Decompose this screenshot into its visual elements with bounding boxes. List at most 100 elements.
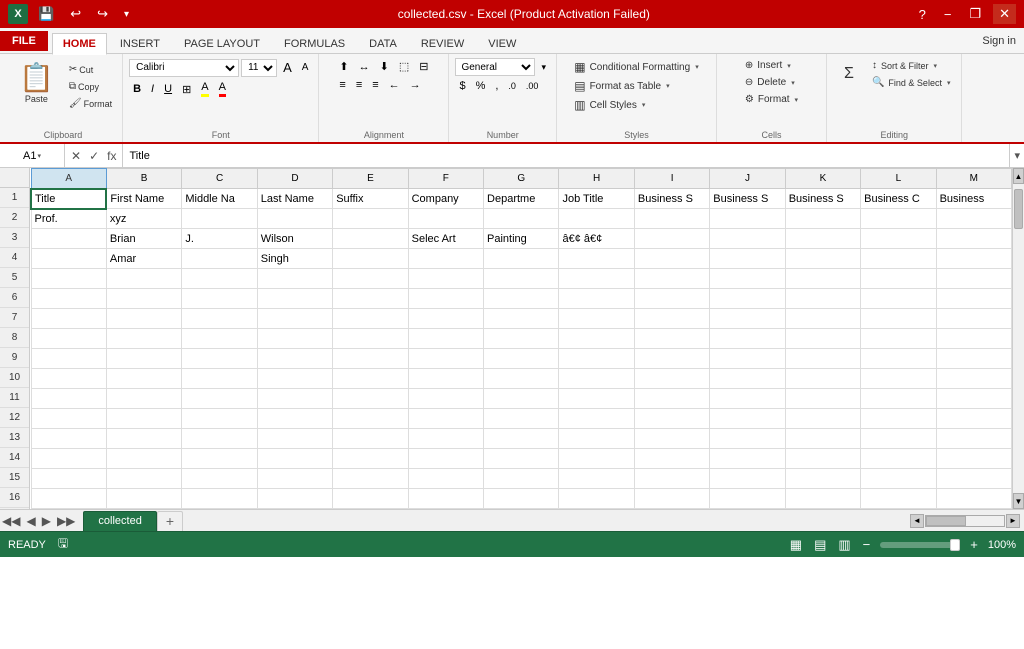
cell-K14[interactable] [785, 449, 860, 469]
cell-B8[interactable] [106, 329, 181, 349]
col-header-A[interactable]: A [31, 169, 106, 189]
cell-H5[interactable] [559, 269, 634, 289]
cell-E11[interactable] [333, 389, 408, 409]
cell-B5[interactable] [106, 269, 181, 289]
sheet-next-btn[interactable]: ▶ [40, 514, 53, 528]
cell-I15[interactable] [634, 469, 709, 489]
vertical-scrollbar[interactable]: ▲ ▼ [1012, 168, 1024, 509]
cell-A9[interactable] [31, 349, 106, 369]
cell-C3[interactable]: J. [182, 229, 257, 249]
cell-G14[interactable] [484, 449, 559, 469]
paste-button[interactable]: 📋 Paste [10, 58, 63, 107]
cell-I4[interactable] [634, 249, 709, 269]
cell-E10[interactable] [333, 369, 408, 389]
help-button[interactable]: ? [913, 5, 932, 24]
cell-D7[interactable] [257, 309, 332, 329]
cell-B14[interactable] [106, 449, 181, 469]
align-right-btn[interactable]: ≡ [368, 77, 382, 93]
col-header-L[interactable]: L [861, 169, 936, 189]
col-header-E[interactable]: E [333, 169, 408, 189]
cell-H8[interactable] [559, 329, 634, 349]
close-button[interactable]: ✕ [993, 4, 1016, 24]
cell-D12[interactable] [257, 409, 332, 429]
cell-I6[interactable] [634, 289, 709, 309]
row-num-6[interactable]: 6 [0, 288, 29, 308]
bold-button[interactable]: B [129, 81, 145, 97]
cell-M5[interactable] [936, 269, 1011, 289]
cell-E6[interactable] [333, 289, 408, 309]
cell-K4[interactable] [785, 249, 860, 269]
cell-H7[interactable] [559, 309, 634, 329]
align-left-btn[interactable]: ≡ [335, 77, 349, 93]
cell-F14[interactable] [408, 449, 483, 469]
sheet-prev-btn[interactable]: ◀ [24, 514, 37, 528]
cell-D13[interactable] [257, 429, 332, 449]
quick-access-dropdown[interactable]: ▾ [118, 7, 135, 22]
cell-J10[interactable] [710, 369, 785, 389]
cell-H1[interactable]: Job Title [559, 189, 634, 209]
cell-B1[interactable]: First Name [106, 189, 181, 209]
cell-L6[interactable] [861, 289, 936, 309]
sheet-last-btn[interactable]: ▶▶ [55, 514, 77, 528]
cell-C10[interactable] [182, 369, 257, 389]
normal-view-btn[interactable]: ▦ [788, 537, 804, 553]
cell-B11[interactable] [106, 389, 181, 409]
cell-J6[interactable] [710, 289, 785, 309]
cell-G6[interactable] [484, 289, 559, 309]
cell-C12[interactable] [182, 409, 257, 429]
add-sheet-btn[interactable]: + [157, 511, 183, 531]
cell-D14[interactable] [257, 449, 332, 469]
cell-L15[interactable] [861, 469, 936, 489]
cell-B3[interactable]: Brian [106, 229, 181, 249]
cell-C16[interactable] [182, 489, 257, 509]
formula-expand-btn[interactable]: ▾ [1009, 144, 1024, 167]
cell-F4[interactable] [408, 249, 483, 269]
cell-E12[interactable] [333, 409, 408, 429]
cell-G3[interactable]: Painting [484, 229, 559, 249]
zoom-in-btn[interactable]: + [968, 537, 980, 552]
cell-I12[interactable] [634, 409, 709, 429]
cell-D2[interactable] [257, 209, 332, 229]
col-header-I[interactable]: I [634, 169, 709, 189]
font-size-select[interactable]: 11 [241, 59, 277, 77]
cell-L8[interactable] [861, 329, 936, 349]
align-bottom-btn[interactable]: ⬇ [376, 58, 393, 75]
formula-input[interactable] [123, 144, 1009, 167]
cell-B15[interactable] [106, 469, 181, 489]
cell-A8[interactable] [31, 329, 106, 349]
cell-H11[interactable] [559, 389, 634, 409]
font-color-button[interactable]: A [215, 79, 230, 99]
cell-A15[interactable] [31, 469, 106, 489]
tab-data[interactable]: DATA [358, 33, 408, 54]
cell-D6[interactable] [257, 289, 332, 309]
cell-K7[interactable] [785, 309, 860, 329]
cell-F11[interactable] [408, 389, 483, 409]
cell-I13[interactable] [634, 429, 709, 449]
cell-A16[interactable] [31, 489, 106, 509]
cell-F3[interactable]: Selec Art [408, 229, 483, 249]
cell-H3[interactable]: â€¢ â€¢ [559, 229, 634, 249]
border-button[interactable]: ⊞ [178, 81, 195, 98]
sum-btn[interactable]: Σ [833, 62, 865, 86]
cell-K2[interactable] [785, 209, 860, 229]
cell-I7[interactable] [634, 309, 709, 329]
fill-color-button[interactable]: A [197, 79, 212, 99]
cell-F6[interactable] [408, 289, 483, 309]
row-num-7[interactable]: 7 [0, 308, 29, 328]
cell-K8[interactable] [785, 329, 860, 349]
cell-J12[interactable] [710, 409, 785, 429]
cell-B2[interactable]: xyz [106, 209, 181, 229]
cell-L4[interactable] [861, 249, 936, 269]
cell-J8[interactable] [710, 329, 785, 349]
cell-H2[interactable] [559, 209, 634, 229]
cell-A3[interactable] [31, 229, 106, 249]
cell-H14[interactable] [559, 449, 634, 469]
cell-M6[interactable] [936, 289, 1011, 309]
cell-C6[interactable] [182, 289, 257, 309]
zoom-slider-thumb[interactable] [950, 539, 960, 551]
row-num-10[interactable]: 10 [0, 368, 29, 388]
conditional-formatting-btn[interactable]: ▦ Conditional Formatting ▾ [569, 58, 703, 76]
cell-B6[interactable] [106, 289, 181, 309]
cell-A5[interactable] [31, 269, 106, 289]
font-name-select[interactable]: Calibri [129, 59, 239, 77]
